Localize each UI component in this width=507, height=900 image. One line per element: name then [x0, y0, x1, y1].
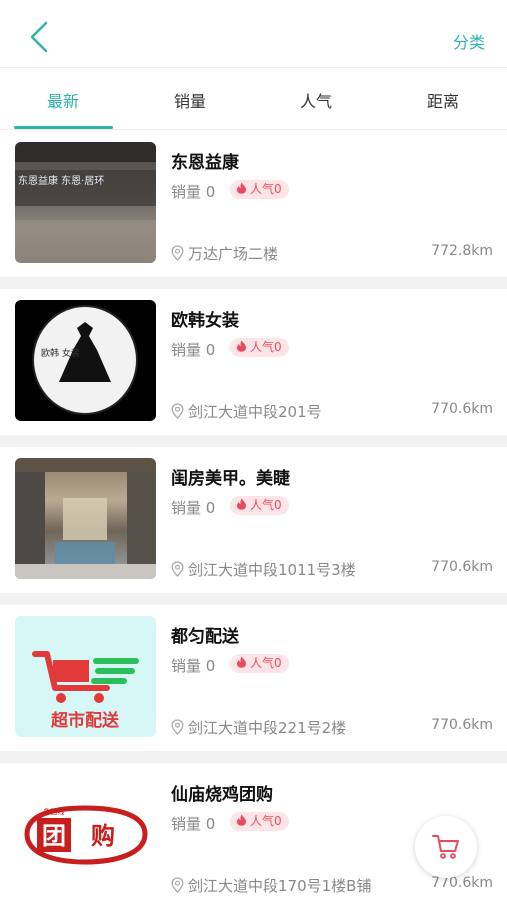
popularity-badge: 人气0 [230, 654, 289, 673]
address-text: 剑江大道中段170号1楼B铺 [188, 877, 372, 895]
svg-text:团: 团 [42, 822, 66, 850]
shop-list: 东恩益康 东恩·居环 东恩益康 销量 0 人气0 万达广场二楼 772.8km … [0, 131, 507, 900]
shop-address: 剑江大道中段221号2楼 [171, 717, 346, 738]
thumb-logo-text: 超市配送 [51, 710, 120, 731]
shop-address: 剑江大道中段170号1楼B铺 [171, 875, 371, 896]
svg-text:购: 购 [91, 822, 115, 850]
divider [0, 751, 507, 763]
flame-icon [237, 814, 246, 826]
popularity-badge: 人气0 [230, 496, 289, 515]
shop-address: 万达广场二楼 [171, 243, 278, 264]
shop-thumbnail: 欧韩 女装 [15, 300, 156, 421]
distance: 770.6km [431, 401, 493, 417]
sales-count: 销量 0 [171, 815, 216, 833]
distance: 770.6km [431, 559, 493, 575]
popularity-badge: 人气0 [230, 338, 289, 357]
shop-card[interactable]: 东恩益康 东恩·居环 东恩益康 销量 0 人气0 万达广场二楼 772.8km [0, 131, 507, 277]
sort-tabs: 最新 销量 人气 距离 [0, 68, 507, 130]
popularity-badge: 人气0 [230, 812, 289, 831]
sales-count: 销量 0 [171, 657, 216, 675]
popularity-value: 人气0 [250, 656, 282, 670]
cart-button[interactable] [415, 816, 477, 878]
chevron-left-icon[interactable] [26, 20, 54, 54]
shop-card[interactable]: 闺房美甲。美睫 销量 0 人气0 剑江大道中段1011号3楼 770.6km [0, 447, 507, 593]
tab-distance[interactable]: 距离 [380, 88, 506, 112]
flame-icon [237, 340, 246, 352]
address-text: 剑江大道中段201号 [188, 403, 322, 421]
flame-icon [237, 656, 246, 668]
shop-thumbnail [15, 458, 156, 579]
popularity-value: 人气0 [250, 814, 282, 828]
thumb-logo-text: 欧韩 女装 [41, 347, 80, 359]
divider [0, 435, 507, 447]
flame-icon [237, 498, 246, 510]
shop-card[interactable]: 超市配送 都匀配送 销量 0 人气0 剑江大道中段221号2楼 770.6km [0, 605, 507, 751]
sales-count: 销量 0 [171, 183, 216, 201]
divider [0, 277, 507, 289]
popularity-badge: 人气0 [230, 180, 289, 199]
sales-count: 销量 0 [171, 499, 216, 517]
divider [0, 593, 507, 605]
popularity-value: 人气0 [250, 182, 282, 196]
tab-popularity[interactable]: 人气 [253, 88, 379, 112]
shop-address: 剑江大道中段201号 [171, 401, 322, 422]
shop-thumbnail: 东恩益康 东恩·居环 [15, 142, 156, 263]
tab-sales[interactable]: 销量 [127, 88, 253, 112]
top-bar: 分类 [0, 0, 507, 68]
location-pin-icon [171, 877, 184, 893]
location-pin-icon [171, 561, 184, 577]
sales-count: 销量 0 [171, 341, 216, 359]
tab-newest[interactable]: 最新 [0, 88, 126, 112]
distance: 772.8km [431, 243, 493, 259]
shop-thumbnail: 超市配送 [15, 616, 156, 737]
thumb-sign-text: 东恩益康 东恩·居环 [18, 174, 104, 187]
popularity-value: 人气0 [250, 340, 282, 354]
shop-name: 闺房美甲。美睫 [171, 469, 290, 489]
location-pin-icon [171, 719, 184, 735]
location-pin-icon [171, 403, 184, 419]
popularity-value: 人气0 [250, 498, 282, 512]
distance: 770.6km [431, 717, 493, 733]
location-pin-icon [171, 245, 184, 261]
address-text: 剑江大道中段1011号3楼 [188, 561, 356, 579]
shop-name: 欧韩女装 [171, 311, 239, 331]
shop-card[interactable]: 欧韩 女装 欧韩女装 销量 0 人气0 剑江大道中段201号 770.6km [0, 289, 507, 435]
shop-name: 东恩益康 [171, 153, 239, 173]
category-button[interactable]: 分类 [453, 29, 485, 53]
cart-icon [432, 835, 459, 859]
shop-thumbnail: 团 购 象西线 [15, 774, 156, 895]
shop-name: 都匀配送 [171, 627, 239, 647]
active-tab-indicator [14, 126, 113, 129]
shop-name: 仙庙烧鸡团购 [171, 785, 273, 805]
address-text: 万达广场二楼 [188, 245, 279, 263]
shop-address: 剑江大道中段1011号3楼 [171, 559, 356, 580]
flame-icon [237, 182, 246, 194]
address-text: 剑江大道中段221号2楼 [188, 719, 347, 737]
thumb-badge-text: 象西线 [44, 807, 65, 816]
